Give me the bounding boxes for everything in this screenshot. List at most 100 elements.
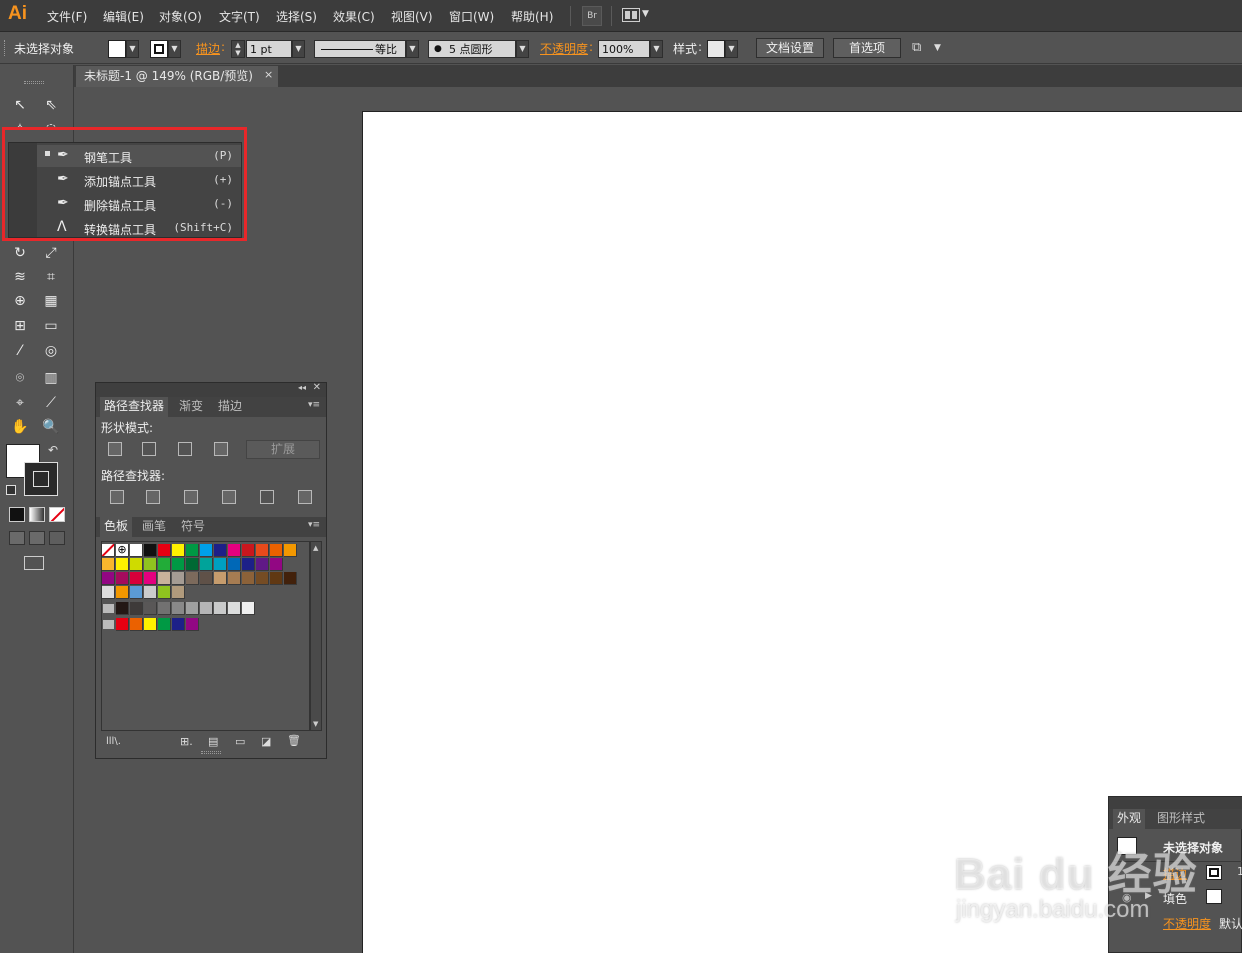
swatch[interactable]	[242, 572, 255, 585]
swatch[interactable]	[102, 558, 115, 571]
gradient-tool-icon[interactable]: ▭	[40, 316, 62, 336]
swatch[interactable]	[186, 544, 199, 557]
none-mode-icon[interactable]	[49, 507, 65, 522]
swatch[interactable]	[186, 618, 199, 631]
panel-title-bar[interactable]: ◂◂ ✕	[96, 382, 326, 397]
screen-mode-icon[interactable]	[24, 556, 44, 570]
swatch-scrollbar[interactable]: ▲ ▼	[310, 541, 322, 731]
swatch[interactable]	[200, 572, 213, 585]
divide-icon[interactable]	[110, 490, 124, 504]
scale-tool-icon[interactable]: ⤢	[40, 243, 62, 263]
swatch[interactable]	[242, 558, 255, 571]
intersect-icon[interactable]	[178, 442, 192, 456]
slice-tool-icon[interactable]: ⟋	[40, 393, 62, 413]
swatch[interactable]	[172, 586, 185, 599]
swatch[interactable]	[200, 558, 213, 571]
swatch[interactable]	[214, 572, 227, 585]
draw-behind-icon[interactable]	[29, 531, 45, 545]
zoom-tool-icon[interactable]: 🔍	[40, 417, 62, 437]
swatch[interactable]	[102, 572, 115, 585]
mesh-tool-icon[interactable]: ⊞	[9, 316, 31, 336]
color-mode-icon[interactable]	[9, 507, 25, 522]
warp-tool-icon[interactable]: ≋	[9, 267, 31, 287]
tab-symbols[interactable]: 符号	[177, 517, 209, 537]
swatch[interactable]	[144, 558, 157, 571]
swatch[interactable]	[284, 544, 297, 557]
swatch[interactable]	[228, 602, 241, 615]
swatch[interactable]	[116, 572, 129, 585]
new-swatch-icon[interactable]: ◪	[261, 735, 271, 748]
collapse-icon[interactable]: ◂◂	[298, 383, 306, 392]
swatch[interactable]	[172, 618, 185, 631]
close-icon[interactable]: ×	[264, 68, 273, 81]
swatch[interactable]	[158, 618, 171, 631]
artboard-tool-icon[interactable]: ⌖	[9, 393, 31, 413]
swatch[interactable]	[116, 586, 129, 599]
panel-title-bar[interactable]	[1109, 797, 1242, 809]
grip-icon[interactable]	[24, 81, 44, 84]
swatch[interactable]	[242, 602, 255, 615]
swatch-group-folder-icon[interactable]	[103, 604, 114, 613]
document-tab[interactable]: 未标题-1 @ 149% (RGB/预览)	[76, 66, 278, 87]
swatch[interactable]	[256, 572, 269, 585]
tab-graphic-styles[interactable]: 图形样式	[1153, 809, 1209, 829]
crop-icon[interactable]	[222, 490, 236, 504]
swap-colors-icon[interactable]: ↶	[48, 443, 58, 457]
close-icon[interactable]: ✕	[313, 382, 321, 393]
tab-gradient[interactable]: 渐变	[175, 397, 207, 417]
swatch[interactable]	[144, 544, 157, 557]
perspective-grid-tool-icon[interactable]: ▦	[40, 291, 62, 311]
brush-definition[interactable]: ● 5 点圆形	[428, 40, 516, 58]
menu-type[interactable]: 文字(T)	[219, 8, 260, 25]
lasso-tool-icon[interactable]: ◌	[40, 119, 62, 127]
swatch[interactable]	[158, 572, 171, 585]
swatch[interactable]	[270, 572, 283, 585]
style-swatch[interactable]	[707, 40, 725, 58]
trim-icon[interactable]	[146, 490, 160, 504]
swatch[interactable]	[186, 572, 199, 585]
draw-inside-icon[interactable]	[49, 531, 65, 545]
swatch[interactable]	[158, 602, 171, 615]
stroke-weight-input[interactable]: 1 pt	[246, 40, 292, 58]
swatch[interactable]	[172, 558, 185, 571]
swatch[interactable]	[186, 558, 199, 571]
tab-stroke[interactable]: 描边	[214, 397, 246, 417]
swatch[interactable]	[144, 618, 157, 631]
profile-dropdown[interactable]: ▼	[406, 40, 419, 58]
swatch[interactable]	[130, 558, 143, 571]
fill-dropdown[interactable]: ▼	[126, 40, 139, 58]
symbol-sprayer-tool-icon[interactable]: ⌾	[9, 368, 31, 388]
chevron-down-icon[interactable]: ▼	[934, 43, 941, 53]
blend-tool-icon[interactable]: ◎	[40, 341, 62, 361]
swatch[interactable]	[172, 572, 185, 585]
swatch[interactable]	[172, 602, 185, 615]
eyedropper-tool-icon[interactable]: ⁄	[9, 341, 31, 361]
swatch[interactable]	[214, 602, 227, 615]
style-dropdown[interactable]: ▼	[725, 40, 738, 58]
swatch[interactable]	[214, 558, 227, 571]
new-color-group-icon[interactable]: ▭	[235, 735, 245, 748]
swatch[interactable]	[130, 544, 143, 557]
merge-icon[interactable]	[184, 490, 198, 504]
opacity-label[interactable]: 不透明度	[540, 40, 588, 57]
variable-width-profile[interactable]: 等比	[314, 40, 406, 58]
shape-builder-tool-icon[interactable]: ⊕	[9, 291, 31, 311]
swatch[interactable]	[116, 558, 129, 571]
stepper-icon[interactable]: ▲ ▼	[231, 40, 245, 58]
swatch[interactable]	[200, 544, 213, 557]
menu-select[interactable]: 选择(S)	[276, 8, 317, 25]
menu-help[interactable]: 帮助(H)	[511, 8, 553, 25]
rotate-tool-icon[interactable]: ↻	[9, 243, 31, 263]
stroke-color-swatch[interactable]	[24, 462, 58, 496]
panel-menu-icon[interactable]: ▾≡	[308, 520, 320, 530]
swatch[interactable]	[144, 586, 157, 599]
menu-view[interactable]: 视图(V)	[391, 8, 433, 25]
direct-selection-tool-icon[interactable]: ⇖	[40, 95, 62, 115]
swatch[interactable]	[270, 558, 283, 571]
workspace-switcher-icon[interactable]	[622, 8, 640, 22]
free-transform-tool-icon[interactable]: ⌗	[40, 267, 62, 287]
swatch[interactable]	[186, 602, 199, 615]
minus-front-icon[interactable]	[142, 442, 156, 456]
menu-edit[interactable]: 编辑(E)	[103, 8, 144, 25]
menu-file[interactable]: 文件(F)	[47, 8, 87, 25]
